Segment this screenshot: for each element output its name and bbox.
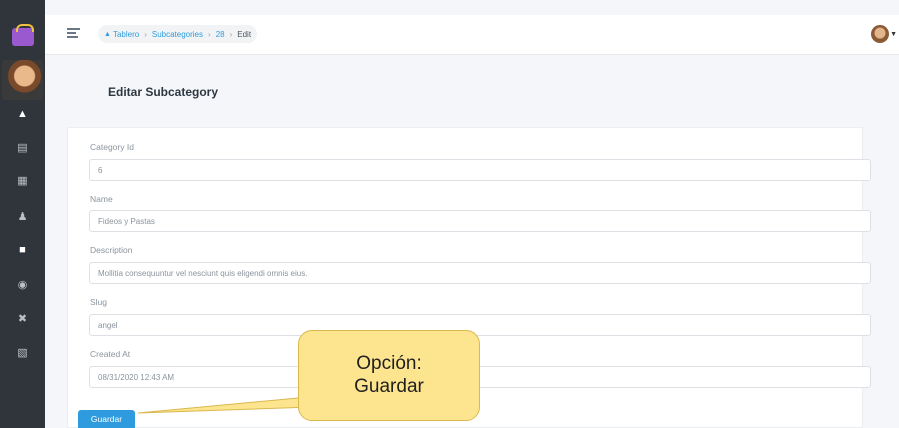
callout-line-1: Opción: bbox=[356, 352, 422, 374]
callout-line-2: Guardar bbox=[354, 375, 424, 397]
callout-annotation: Opción: Guardar bbox=[298, 330, 480, 421]
